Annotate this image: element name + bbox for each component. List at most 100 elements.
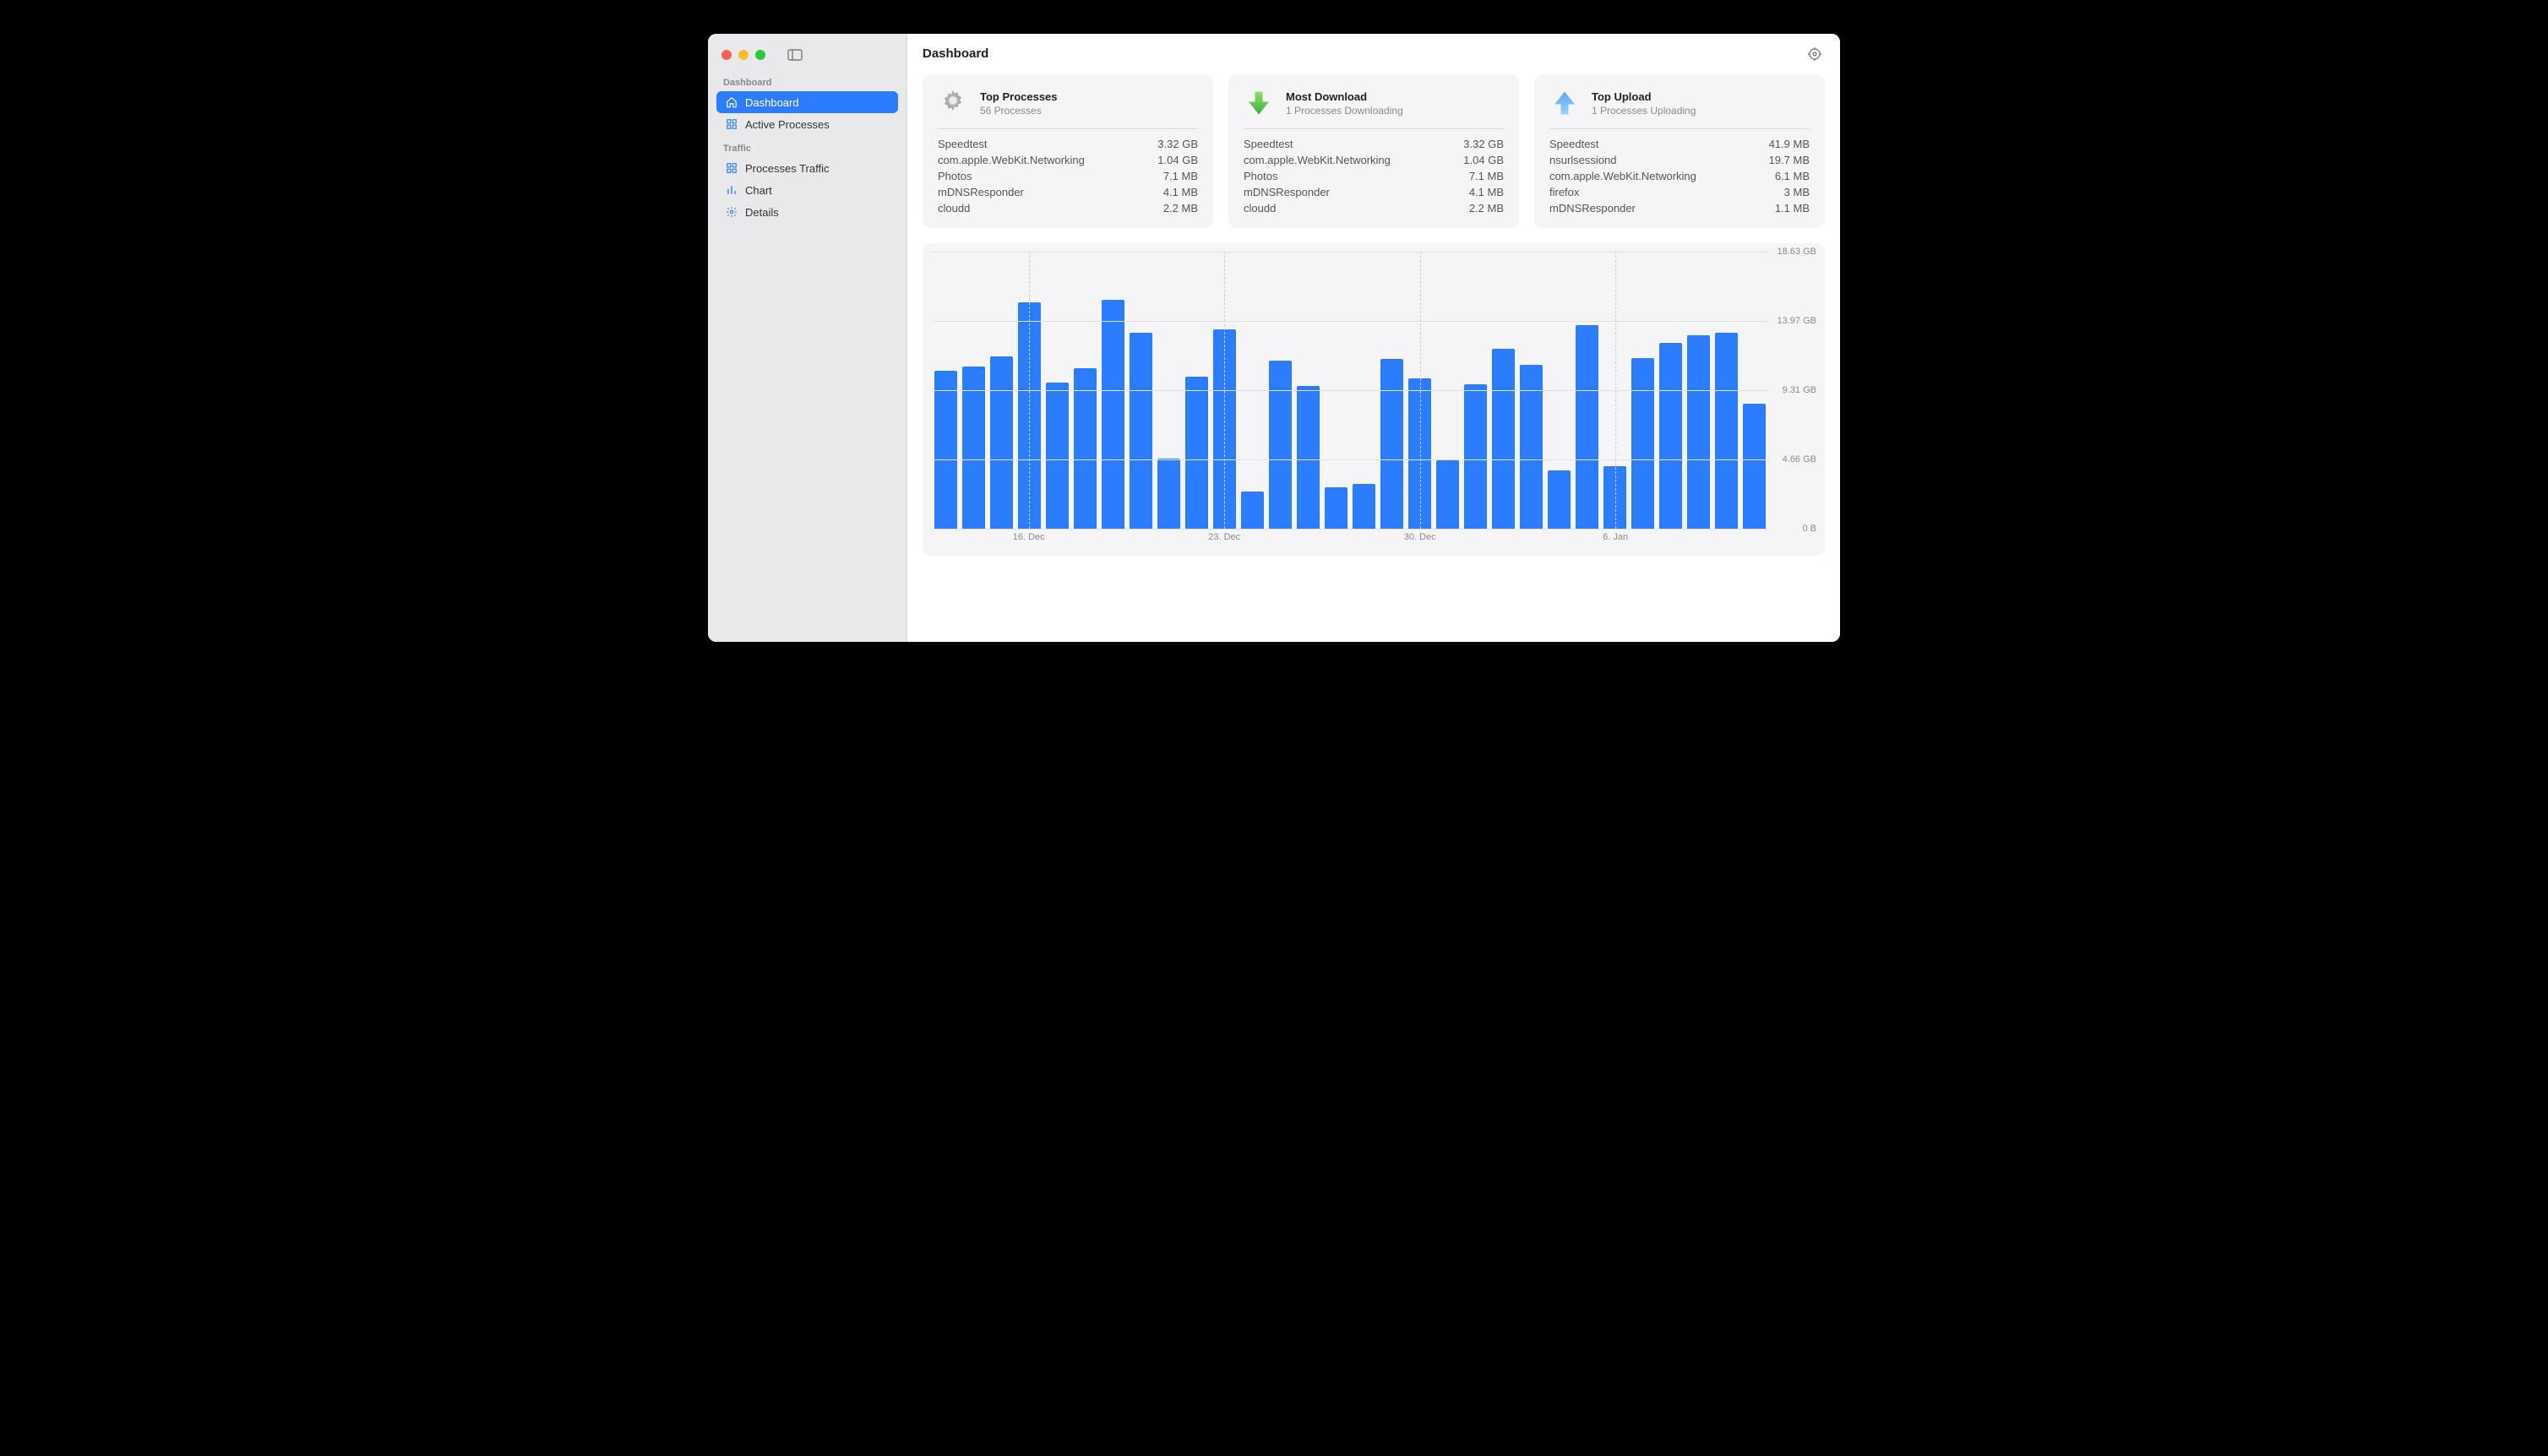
process-name: mDNSResponder [938, 186, 1024, 198]
chart-x-tick-label: 6. Jan [1603, 532, 1628, 542]
settings-button[interactable] [1805, 44, 1825, 64]
process-row: firefox 3 MB [1549, 184, 1810, 200]
sidebar-item-label: Details [745, 206, 779, 219]
process-row: mDNSResponder4.1 MB [938, 184, 1198, 200]
process-name: cloudd [938, 202, 970, 215]
process-row: Photos 7.1 MB [938, 168, 1198, 184]
chart-bar[interactable] [1715, 333, 1738, 529]
process-row: mDNSResponder1.1 MB [1549, 200, 1810, 216]
chart-bar[interactable] [934, 371, 957, 529]
chart-bar[interactable] [1353, 484, 1375, 529]
chart-bar[interactable] [1241, 492, 1264, 529]
sidebar-section-label: Traffic [716, 135, 898, 157]
chart-vgrid [1420, 252, 1421, 529]
process-value: 7.1 MB [1163, 170, 1198, 182]
chart-bar[interactable] [1464, 384, 1487, 529]
arrow-up-icon [1549, 88, 1580, 118]
chart-bar[interactable] [1185, 377, 1208, 529]
process-name: Photos [938, 170, 972, 182]
process-name: com.apple.WebKit.Networking [1549, 170, 1696, 182]
sidebar-item-label: Processes Traffic [745, 162, 829, 175]
main-content: Dashboard Top Processes56 ProcessesSpeed… [907, 34, 1840, 642]
grid-icon [725, 161, 738, 175]
sidebar-item-chart[interactable]: Chart [716, 179, 898, 201]
process-value: 3.32 GB [1157, 138, 1198, 150]
process-row: nsurlsessiond19.7 MB [1549, 152, 1810, 168]
chart-bar[interactable] [1325, 487, 1348, 529]
sidebar-item-label: Active Processes [745, 118, 830, 131]
chart-bar[interactable] [1269, 361, 1292, 529]
sidebar: Dashboard Dashboard Active Processes Traffi… [708, 34, 907, 642]
card-top-upload: Top Upload1 Processes UploadingSpeedtest… [1534, 74, 1825, 228]
chart-bar[interactable] [1130, 333, 1152, 529]
process-value: 2.2 MB [1469, 202, 1504, 215]
chart-bar[interactable] [990, 356, 1013, 529]
grid-icon [725, 117, 738, 131]
process-name: com.apple.WebKit.Networking [1244, 154, 1391, 166]
process-name: Speedtest [1549, 138, 1599, 150]
chart-bar[interactable] [1046, 383, 1069, 529]
window-controls [716, 42, 898, 69]
chart-bar[interactable] [1380, 359, 1403, 529]
sidebar-item-active-processes[interactable]: Active Processes [716, 113, 898, 135]
process-value: 41.9 MB [1769, 138, 1810, 150]
sidebar-item-dashboard[interactable]: Dashboard [716, 91, 898, 113]
sidebar-item-label: Dashboard [745, 96, 799, 109]
chart-bar[interactable] [1436, 460, 1459, 529]
process-value: 2.2 MB [1163, 202, 1198, 215]
process-name: cloudd [1244, 202, 1276, 215]
chart-gridline [931, 459, 1769, 460]
summary-cards: Top Processes56 ProcessesSpeedtest3.32 G… [923, 74, 1825, 228]
traffic-bar-chart[interactable]: 16. Dec 23. Dec 30. Dec 6. Jan [931, 247, 1769, 551]
traffic-chart-card: 16. Dec23. Dec30. Dec6. Jan 0 B4.66 GB9.… [923, 243, 1825, 556]
chart-x-tick-label: 30. Dec [1404, 532, 1436, 542]
chart-bar[interactable] [1157, 459, 1180, 529]
sidebar-section-label: Dashboard [716, 69, 898, 91]
process-row: com.apple.WebKit.Networking1.04 GB [938, 152, 1198, 168]
chart-bar[interactable] [1548, 470, 1571, 529]
process-row: Photos7.1 MB [1244, 168, 1504, 184]
minimize-window-button[interactable] [738, 50, 749, 60]
chart-y-tick-label: 13.97 GB [1778, 316, 1816, 326]
sidebar-item-details[interactable]: Details [716, 201, 898, 223]
process-name: mDNSResponder [1244, 186, 1330, 198]
titlebar: Dashboard [907, 34, 1840, 74]
process-row: com.apple.WebKit.Networking 6.1 MB [1549, 168, 1810, 184]
chart-y-tick-label: 9.31 GB [1783, 385, 1816, 395]
chart-x-tick-label: 23. Dec [1208, 532, 1240, 542]
gear-icon [938, 88, 968, 118]
process-row: cloudd 2.2 MB [1244, 200, 1504, 216]
arrow-down-icon [1244, 88, 1274, 118]
process-value: 6.1 MB [1775, 170, 1810, 182]
card-subtitle: 1 Processes Uploading [1592, 105, 1696, 117]
chart-gridline [931, 390, 1769, 391]
home-icon [725, 95, 738, 109]
chart-gridline [931, 529, 1769, 530]
chart-bar[interactable] [1492, 349, 1515, 529]
process-name: nsurlsessiond [1549, 154, 1617, 166]
fullscreen-window-button[interactable] [755, 50, 765, 60]
chart-y-tick-label: 18.63 GB [1778, 247, 1816, 257]
chart-bar[interactable] [1659, 343, 1682, 529]
chart-bar[interactable] [1074, 368, 1097, 529]
process-value: 3 MB [1784, 186, 1810, 198]
sidebar-item-processes-traffic[interactable]: Processes Traffic [716, 157, 898, 179]
chart-bar[interactable] [1576, 325, 1598, 529]
process-row: com.apple.WebKit.Networking1.04 GB [1244, 152, 1504, 168]
process-row: cloudd 2.2 MB [938, 200, 1198, 216]
chart-bar[interactable] [1297, 386, 1320, 529]
card-title: Top Processes [980, 90, 1058, 103]
sidebar-item-label: Chart [745, 184, 772, 197]
chart-bar[interactable] [1687, 335, 1710, 529]
chart-bar[interactable] [1743, 404, 1766, 529]
process-name: firefox [1549, 186, 1579, 198]
chart-bar[interactable] [1102, 300, 1124, 529]
process-name: Photos [1244, 170, 1277, 182]
chart-x-tick-label: 16. Dec [1013, 532, 1045, 542]
bars-icon [725, 183, 738, 197]
toggle-sidebar-button[interactable] [784, 47, 806, 62]
card-most-download: Most Download1 Processes DownloadingSpee… [1228, 74, 1519, 228]
close-window-button[interactable] [721, 50, 732, 60]
chart-bar[interactable] [1631, 358, 1654, 529]
chart-vgrid [1615, 252, 1616, 529]
